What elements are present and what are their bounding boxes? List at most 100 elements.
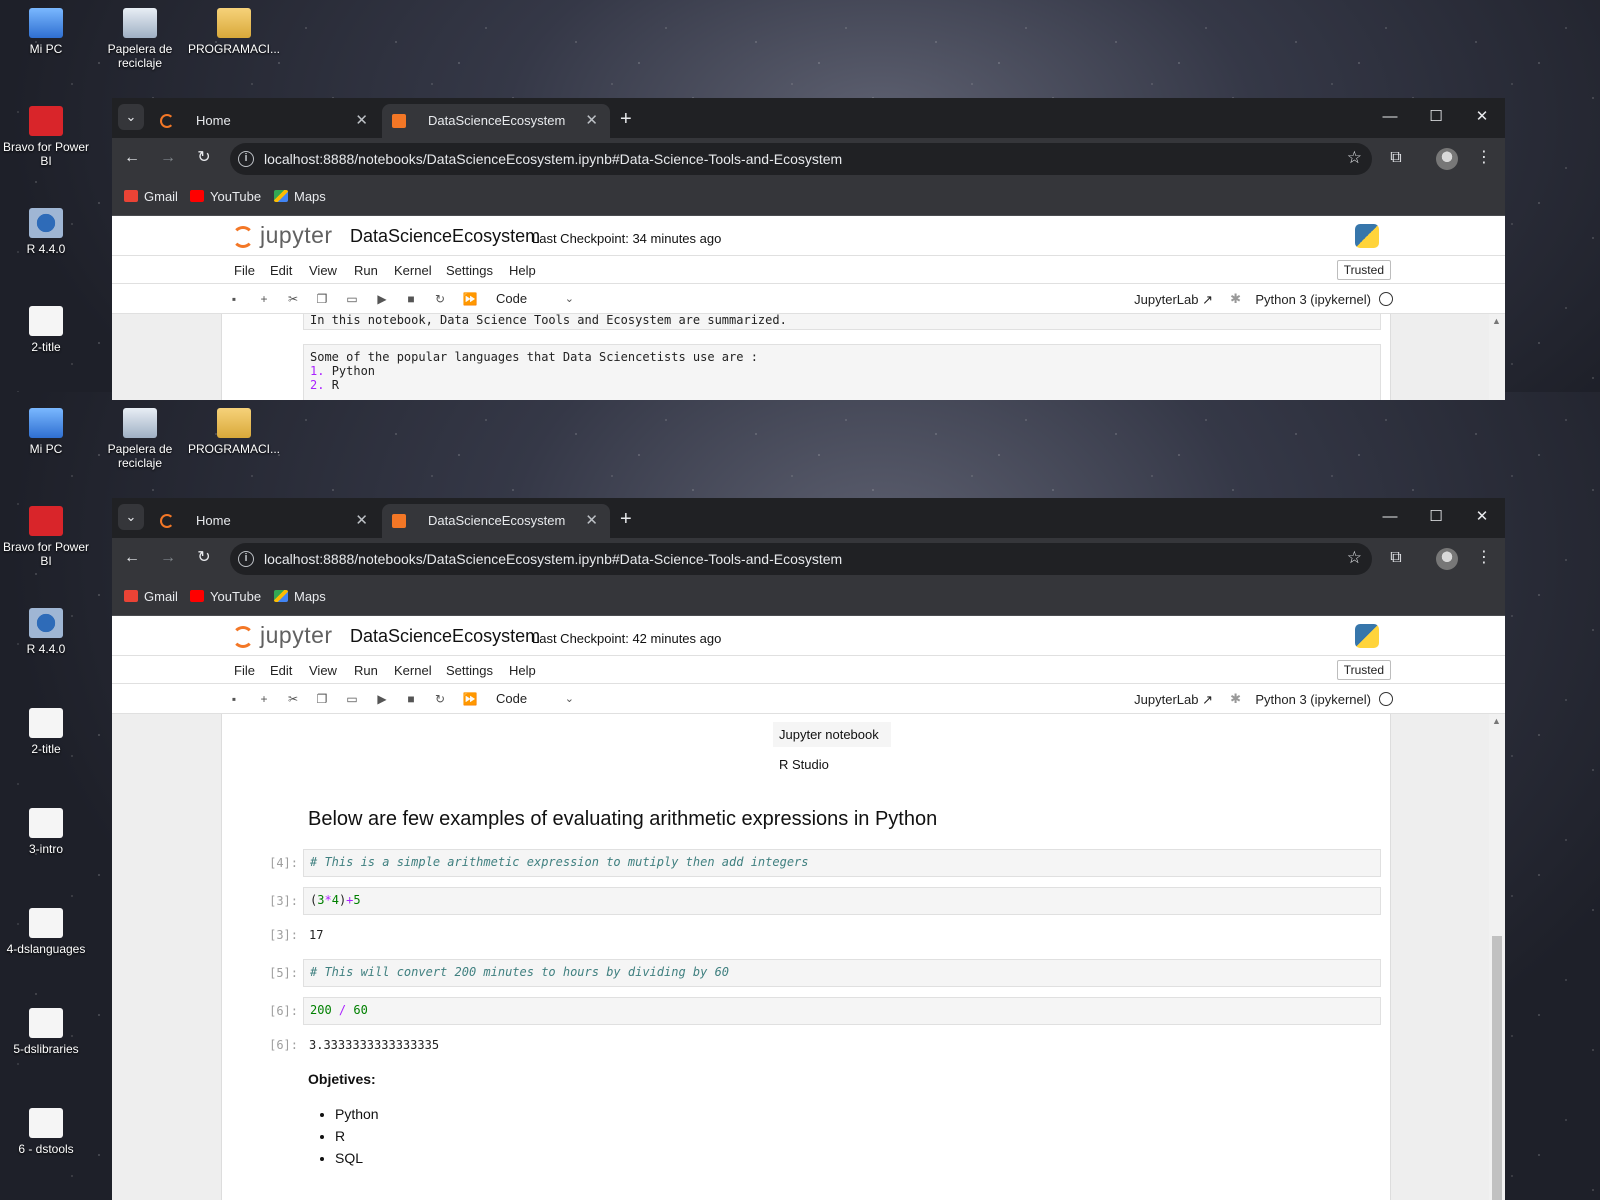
new-tab-button[interactable]: + [620,504,632,534]
add-cell-icon[interactable]: + [256,691,272,707]
reload-button[interactable]: ↻ [192,546,216,570]
bookmark-maps[interactable]: Maps [274,589,326,604]
tab-home[interactable]: Home ✕ [150,104,380,138]
close-tab-icon[interactable]: ✕ [585,104,598,138]
cell-type-select[interactable]: Code ⌄ [494,688,574,710]
menu-kernel[interactable]: Kernel [394,663,432,678]
copy-icon[interactable]: ❐ [314,291,330,307]
back-button[interactable]: ← [120,146,144,170]
trusted-badge[interactable]: Trusted [1336,260,1391,280]
minimize-button[interactable]: — [1367,98,1413,138]
new-tab-button[interactable]: + [620,104,632,134]
extensions-icon[interactable]: ⧉ [1384,146,1408,170]
desktop-icon-bravo[interactable]: Bravo for Power BI [0,506,92,568]
desktop-icon-5-dslibraries[interactable]: 5-dslibraries [0,1008,92,1056]
desktop-icon-mi-pc[interactable]: Mi PC [0,8,92,56]
desktop-icon-recycle-bin[interactable]: Papelera de reciclaje [94,8,186,70]
extensions-icon[interactable]: ⧉ [1384,546,1408,570]
tab-home[interactable]: Home ✕ [150,504,380,538]
trusted-badge[interactable]: Trusted [1336,660,1391,680]
bookmark-star-icon[interactable]: ☆ [1347,548,1362,568]
notebook-title[interactable]: DataScienceEcosystem [350,626,540,647]
fast-forward-icon[interactable]: ⏩ [462,291,478,307]
kernel-name[interactable]: Python 3 (ipykernel) [1255,292,1371,307]
restart-icon[interactable]: ↻ [432,291,448,307]
jupyter-logo[interactable]: jupyter [232,622,342,650]
stop-icon[interactable]: ■ [403,291,419,307]
bookmark-youtube[interactable]: YouTube [190,589,261,604]
address-bar[interactable]: i ☆ [230,543,1372,575]
url-input[interactable] [264,549,1324,569]
bookmark-gmail[interactable]: Gmail [124,189,178,204]
notebook-scrollbar[interactable]: ▲ [1489,314,1505,400]
tab-datascienceecosystem[interactable]: DataScienceEcosystem ✕ [382,504,610,538]
menu-kernel[interactable]: Kernel [394,263,432,278]
maximize-button[interactable]: ☐ [1413,498,1459,538]
menu-settings[interactable]: Settings [446,263,493,278]
desktop-icon-r[interactable]: R 4.4.0 [0,208,92,256]
url-input[interactable] [264,149,1324,169]
menu-edit[interactable]: Edit [270,263,292,278]
scrollbar-thumb[interactable] [1492,936,1502,1200]
menu-run[interactable]: Run [354,263,378,278]
back-button[interactable]: ← [120,546,144,570]
desktop-icon-programacion[interactable]: PROGRAMACI... [188,408,280,456]
notebook-title[interactable]: DataScienceEcosystem [350,226,540,247]
run-icon[interactable]: ▶ [374,291,390,307]
paste-icon[interactable]: ▭ [344,691,360,707]
close-tab-icon[interactable]: ✕ [355,104,368,138]
more-menu-icon[interactable]: ⋮ [1472,546,1496,570]
gear-icon[interactable]: ✱ [1230,691,1241,707]
cell-type-select[interactable]: Code ⌄ [494,288,574,310]
code-cell-comment-convert[interactable]: # This will convert 200 minutes to hours… [303,959,1381,987]
stop-icon[interactable]: ■ [403,691,419,707]
code-cell-division[interactable]: 200 / 60 [303,997,1381,1025]
run-icon[interactable]: ▶ [374,691,390,707]
more-menu-icon[interactable]: ⋮ [1472,146,1496,170]
desktop-icon-2-title[interactable]: 2-title [0,708,92,756]
paste-icon[interactable]: ▭ [344,291,360,307]
save-icon[interactable]: ▪ [226,291,242,307]
copy-icon[interactable]: ❐ [314,691,330,707]
desktop-icon-6-dstools[interactable]: 6 - dstools [0,1108,92,1156]
scroll-up-icon[interactable]: ▲ [1492,716,1501,726]
desktop-icon-2-title[interactable]: 2-title [0,306,92,354]
markdown-cell-intro[interactable]: In this notebook, Data Science Tools and… [303,314,1381,330]
bookmark-maps[interactable]: Maps [274,189,326,204]
desktop-icon-r[interactable]: R 4.4.0 [0,608,92,656]
tab-datascienceecosystem[interactable]: DataScienceEcosystem ✕ [382,104,610,138]
menu-help[interactable]: Help [509,263,536,278]
scroll-up-icon[interactable]: ▲ [1492,316,1501,326]
site-info-icon[interactable]: i [238,151,254,167]
tab-search-dropdown[interactable]: ⌄ [118,504,144,530]
menu-edit[interactable]: Edit [270,663,292,678]
address-bar[interactable]: i ☆ [230,143,1372,175]
menu-file[interactable]: File [234,263,255,278]
close-window-button[interactable]: ✕ [1459,498,1505,538]
gear-icon[interactable]: ✱ [1230,291,1241,307]
menu-help[interactable]: Help [509,663,536,678]
desktop-icon-bravo[interactable]: Bravo for Power BI [0,106,92,168]
bookmark-star-icon[interactable]: ☆ [1347,148,1362,168]
add-cell-icon[interactable]: + [256,291,272,307]
cut-icon[interactable]: ✂ [285,291,301,307]
notebook-scrollbar[interactable]: ▲ [1489,714,1505,1200]
maximize-button[interactable]: ☐ [1413,98,1459,138]
site-info-icon[interactable]: i [238,551,254,567]
bookmark-youtube[interactable]: YouTube [190,189,261,204]
profile-avatar[interactable] [1436,548,1458,570]
desktop-icon-recycle-bin[interactable]: Papelera de reciclaje [94,408,186,470]
menu-settings[interactable]: Settings [446,663,493,678]
code-cell-comment-multiply[interactable]: # This is a simple arithmetic expression… [303,849,1381,877]
fast-forward-icon[interactable]: ⏩ [462,691,478,707]
code-cell-expression[interactable]: (3*4)+5 [303,887,1381,915]
menu-run[interactable]: Run [354,663,378,678]
forward-button[interactable]: → [156,146,180,170]
menu-file[interactable]: File [234,663,255,678]
cut-icon[interactable]: ✂ [285,691,301,707]
profile-avatar[interactable] [1436,148,1458,170]
desktop-icon-4-dslanguages[interactable]: 4-dslanguages [0,908,92,956]
restart-icon[interactable]: ↻ [432,691,448,707]
save-icon[interactable]: ▪ [226,691,242,707]
forward-button[interactable]: → [156,546,180,570]
